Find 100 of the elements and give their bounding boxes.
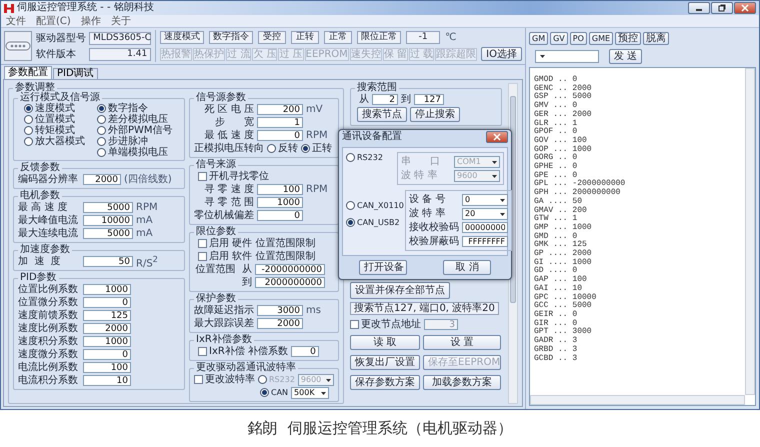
radio-button[interactable]: 步进脉冲	[97, 136, 173, 147]
input-field[interactable]: 1000	[257, 197, 303, 208]
checkbox-indicator[interactable]	[194, 375, 203, 384]
checkbox-indicator[interactable]	[198, 239, 207, 248]
input-field[interactable]: 0	[83, 349, 131, 360]
radio-indicator[interactable]	[24, 115, 33, 124]
radio-indicator[interactable]	[346, 201, 355, 210]
input-field[interactable]: 10	[83, 375, 131, 386]
input-field[interactable]: 00000000	[462, 222, 508, 233]
input-field[interactable]: 1	[257, 117, 303, 128]
checkbox-indicator[interactable]	[198, 252, 207, 261]
search-button[interactable]: 搜索节点	[357, 107, 407, 122]
maximize-button[interactable]	[711, 2, 733, 14]
radio-button[interactable]: 数字指令	[97, 103, 173, 114]
input-field[interactable]: 3000	[257, 305, 303, 316]
action-button[interactable]: 设 置	[423, 335, 501, 350]
minimize-button[interactable]	[688, 2, 710, 14]
command-button[interactable]: GME	[588, 32, 614, 44]
radio-indicator[interactable]	[97, 137, 106, 146]
radio-indicator[interactable]	[97, 104, 106, 113]
input-field[interactable]: 2000	[257, 318, 303, 329]
radio-indicator[interactable]	[301, 144, 310, 153]
input-field[interactable]: 127	[414, 94, 444, 105]
radio-indicator[interactable]	[260, 388, 269, 397]
radio-button[interactable]: 差分模拟电压	[97, 114, 173, 125]
radio-button[interactable]: 速度模式	[24, 103, 85, 114]
command-button[interactable]: PO	[570, 32, 587, 44]
radio-button[interactable]: 外部PWM信号	[97, 125, 173, 136]
radio-indicator[interactable]	[267, 144, 276, 153]
radio-button[interactable]: 正转	[301, 143, 332, 154]
checkbox[interactable]: 更改波特率	[194, 374, 255, 385]
radio-indicator[interactable]	[97, 115, 106, 124]
input-field[interactable]: 200	[257, 104, 303, 115]
checkbox[interactable]: IxR补偿	[198, 346, 245, 357]
io-select-button[interactable]: IO选择	[481, 47, 522, 61]
checkbox[interactable]: 启用 硬件 位置范围限制	[198, 238, 316, 249]
input-field[interactable]: 2	[372, 94, 398, 105]
input-field[interactable]: 125	[83, 310, 131, 321]
input-field[interactable]: 5000	[83, 228, 133, 239]
radio-button[interactable]: 转矩模式	[24, 125, 85, 136]
checkbox[interactable]: 启用 软件 位置范围限制	[198, 251, 316, 262]
action-button[interactable]: 加载参数方案	[423, 375, 501, 390]
menu-item[interactable]: 文件	[6, 16, 26, 26]
radio-indicator[interactable]	[24, 137, 33, 146]
checkbox-indicator[interactable]	[198, 347, 207, 356]
input-field[interactable]: 2000	[83, 174, 121, 185]
menu-item[interactable]: 操作	[80, 16, 101, 26]
dropdown[interactable]: 20	[462, 208, 508, 220]
radio-button[interactable]: 反转	[267, 143, 298, 154]
action-button[interactable]: 恢复出厂设置	[350, 355, 420, 370]
send-button[interactable]: 发 送	[609, 48, 642, 64]
input-field[interactable]: 0	[83, 297, 131, 308]
command-button[interactable]: GV	[550, 32, 568, 44]
input-field[interactable]: 0	[257, 210, 303, 221]
dropdown[interactable]: 500K	[291, 386, 330, 398]
input-field[interactable]: 100	[257, 184, 303, 195]
menu-item[interactable]: 配置(C)	[36, 16, 71, 26]
input-field[interactable]: 2000000000	[255, 277, 325, 288]
dialog-button[interactable]: 取 消	[443, 260, 492, 274]
action-button[interactable]: 读 取	[350, 335, 420, 350]
input-field[interactable]: 100	[83, 362, 131, 373]
close-button[interactable]	[734, 2, 756, 14]
input-field[interactable]: 10000	[83, 215, 133, 226]
input-field[interactable]: 50	[83, 256, 133, 267]
radio-indicator[interactable]	[346, 218, 355, 227]
radio-button[interactable]: CAN_USB2	[346, 217, 402, 228]
command-dropdown[interactable]	[535, 50, 599, 62]
radio-button[interactable]: 放大器模式	[24, 136, 85, 147]
radio-indicator[interactable]	[24, 126, 33, 135]
radio-indicator[interactable]	[24, 104, 33, 113]
command-button[interactable]: 脱离	[643, 32, 670, 44]
close-button[interactable]	[486, 131, 508, 143]
input-field[interactable]: 5000	[83, 202, 133, 213]
radio-indicator[interactable]	[346, 153, 355, 162]
radio-button[interactable]: RS232	[346, 152, 394, 163]
input-field[interactable]: 1000	[83, 336, 131, 347]
radio-indicator[interactable]	[97, 126, 106, 135]
search-button[interactable]: 停止搜索	[410, 107, 460, 122]
radio-button[interactable]: CAN_X0110	[346, 200, 402, 211]
input-field[interactable]: FFFFFFFF	[462, 236, 508, 247]
input-field[interactable]: 0	[257, 130, 303, 141]
tab[interactable]: 参数配置	[4, 66, 52, 79]
dialog-button[interactable]: 打开设备	[358, 260, 407, 274]
checkbox[interactable]: 开机寻找零位	[198, 171, 269, 182]
radio-indicator[interactable]	[97, 148, 106, 157]
radio-button[interactable]: CAN	[260, 387, 288, 398]
tab[interactable]: PID调试	[53, 68, 98, 79]
checkbox-indicator[interactable]	[198, 172, 207, 181]
device-button[interactable]	[4, 31, 32, 61]
radio-button[interactable]: 位置模式	[24, 114, 85, 125]
input-field[interactable]: -2000000000	[255, 264, 325, 275]
save-all-nodes-button[interactable]: 设置并保存全部节点	[350, 282, 450, 299]
command-button[interactable]: GM	[529, 32, 548, 44]
menu-item[interactable]: 关于	[110, 16, 131, 26]
input-field[interactable]: 2000	[83, 323, 131, 334]
input-field[interactable]: 0	[290, 346, 319, 357]
radio-button[interactable]: 单端模拟电压	[97, 147, 173, 158]
action-button[interactable]: 保存参数方案	[350, 375, 420, 390]
input-field[interactable]: 1000	[83, 284, 131, 295]
dropdown[interactable]: 0	[462, 194, 508, 206]
